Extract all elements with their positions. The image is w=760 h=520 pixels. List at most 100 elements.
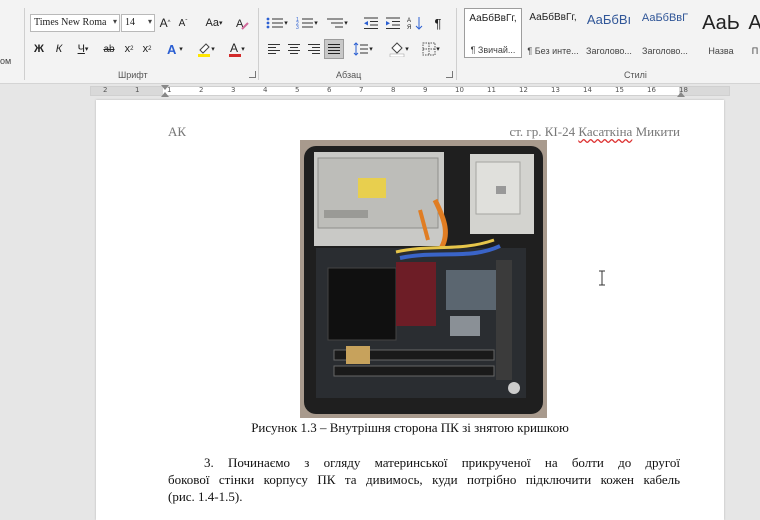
line-spacing-button[interactable]: ▾: [350, 40, 376, 58]
svg-text:A: A: [167, 42, 177, 56]
style-no-spacing[interactable]: АаБбВвГг, ¶ Без инте...: [524, 8, 582, 58]
ruler-number: 2: [199, 86, 204, 94]
text-effects-button[interactable]: A ▾: [164, 40, 186, 58]
highlight-color-button[interactable]: ▾: [194, 40, 218, 58]
font-name-combo[interactable]: Times New Roma ▾: [30, 14, 120, 32]
ruler-number: 11: [487, 86, 496, 94]
body-paragraph-line3: (рис. 1.4-1.5).: [168, 489, 243, 504]
style-name: П: [751, 46, 759, 56]
ruler-number: 12: [519, 86, 528, 94]
superscript-button[interactable]: x2: [140, 40, 154, 58]
ibeam-cursor-icon: [599, 270, 605, 286]
justify-button[interactable]: [324, 39, 344, 59]
ribbon-separator: [456, 8, 457, 80]
change-case-icon: Aa: [205, 17, 219, 29]
multilevel-list-icon: [327, 18, 344, 28]
ruler-number: 13: [551, 86, 560, 94]
underline-icon: Ч: [77, 43, 85, 55]
first-line-indent-marker[interactable]: [161, 85, 169, 90]
style-heading-1[interactable]: АаБбВı Заголово...: [580, 8, 638, 58]
ruler-number: 16: [647, 86, 656, 94]
svg-text:A: A: [230, 41, 238, 55]
style-name: ¶ Без инте...: [527, 46, 579, 56]
font-dialog-launcher-icon[interactable]: [249, 71, 256, 78]
bullets-button[interactable]: ▾: [264, 14, 290, 32]
style-normal[interactable]: АаБбВвГг, ¶ Звичай...: [464, 8, 522, 58]
chevron-down-icon: ▾: [147, 17, 152, 26]
horizontal-ruler[interactable]: 2 1 1 2 3 4 5 6 7 8 9 10 11 12 13 14 15 16 18: [90, 85, 730, 97]
increase-indent-icon: [386, 17, 400, 29]
italic-button[interactable]: К: [52, 40, 66, 58]
align-center-button[interactable]: [286, 40, 302, 58]
ribbon: ом Times New Roma ▾ 14 ▾ A ^ Aˇ Aa ▾ A Ж К Ч…: [0, 0, 760, 84]
shrink-font-button[interactable]: Aˇ: [176, 14, 190, 32]
change-case-button[interactable]: Aa ▾: [202, 14, 226, 32]
svg-text:Я: Я: [407, 25, 411, 30]
ruler-number: 14: [583, 86, 592, 94]
align-right-button[interactable]: [306, 40, 322, 58]
ruler-number: 2: [103, 86, 108, 94]
figure-caption: Рисунок 1.3 – Внутрішня сторона ПК зі зн…: [251, 420, 569, 435]
ribbon-separator: [24, 8, 25, 80]
pc-interior-photo: [300, 140, 547, 418]
strikethrough-button[interactable]: ab: [100, 40, 118, 58]
font-color-icon: A: [229, 41, 242, 57]
decrease-indent-icon: [364, 17, 378, 29]
highlighter-icon: [198, 43, 211, 57]
misspelled-word[interactable]: Касаткіна: [578, 124, 632, 139]
style-title[interactable]: АаЬ Назва: [692, 8, 750, 58]
ruler-number: 5: [295, 86, 300, 94]
show-formatting-button[interactable]: ¶: [430, 14, 446, 32]
bullet-list-icon: [266, 17, 284, 29]
ruler-number: 1: [135, 86, 140, 94]
paragraph-dialog-launcher-icon[interactable]: [446, 71, 453, 78]
header-left: АК: [168, 124, 187, 139]
ruler-number: 9: [423, 86, 428, 94]
text-effects-icon: A: [167, 42, 177, 56]
clear-formatting-icon: A: [236, 18, 249, 30]
borders-button[interactable]: ▾: [418, 40, 444, 58]
numbering-button[interactable]: 1 2 3 ▾: [294, 14, 320, 32]
font-color-button[interactable]: A ▾: [226, 40, 248, 58]
style-subtitle[interactable]: А П: [748, 8, 760, 58]
shrink-font-icon: A: [178, 17, 186, 29]
ruler-number: 10: [455, 86, 464, 94]
styles-pane-label[interactable]: ом: [0, 52, 11, 70]
body-paragraph-line2: бокової стінки корпусу ПК та дивимось, к…: [168, 472, 680, 487]
underline-button[interactable]: Ч ▾: [72, 40, 94, 58]
style-name: Назва: [708, 46, 734, 56]
chevron-down-icon: ▾: [112, 17, 117, 26]
sort-icon: AЯ: [407, 17, 423, 30]
style-preview: АаБбВвГг,: [529, 12, 577, 23]
subscript-button[interactable]: x2: [122, 40, 136, 58]
ribbon-separator: [258, 8, 259, 80]
left-indent-marker[interactable]: [161, 92, 169, 97]
ruler-number: 4: [263, 86, 268, 94]
style-preview: АаЬ: [702, 12, 740, 34]
ruler-number: 15: [615, 86, 624, 94]
figure-image[interactable]: [300, 140, 547, 418]
style-heading-2[interactable]: АаБбВвГ Заголово...: [636, 8, 694, 58]
justify-icon: [328, 44, 340, 54]
body-paragraph-line1: 3. Починаємо з огляду материнської прикр…: [204, 455, 680, 470]
style-preview: АаБбВвГ: [641, 12, 689, 24]
align-left-icon: [268, 44, 280, 54]
header-group: ст. гр. КІ-24: [509, 124, 579, 139]
increase-indent-button[interactable]: [384, 14, 402, 32]
align-left-button[interactable]: [266, 40, 282, 58]
bold-button[interactable]: Ж: [32, 40, 46, 58]
ruler-number: 8: [391, 86, 396, 94]
font-size-combo[interactable]: 14 ▾: [121, 14, 155, 32]
decrease-indent-button[interactable]: [362, 14, 380, 32]
right-indent-marker[interactable]: [677, 92, 685, 97]
document-page[interactable]: АК ст. гр. КІ-24 Касаткіна Микити Рисуно…: [96, 100, 724, 520]
numbered-list-icon: 123: [296, 17, 314, 30]
ruler-number: 7: [359, 86, 364, 94]
sort-button[interactable]: AЯ: [406, 14, 424, 32]
align-center-icon: [288, 44, 300, 54]
clear-formatting-button[interactable]: A: [234, 14, 250, 32]
style-preview: АаБбВı: [586, 12, 632, 27]
shading-button[interactable]: ▾: [386, 40, 412, 58]
multilevel-list-button[interactable]: ▾: [324, 14, 350, 32]
grow-font-button[interactable]: A ^: [158, 14, 172, 32]
